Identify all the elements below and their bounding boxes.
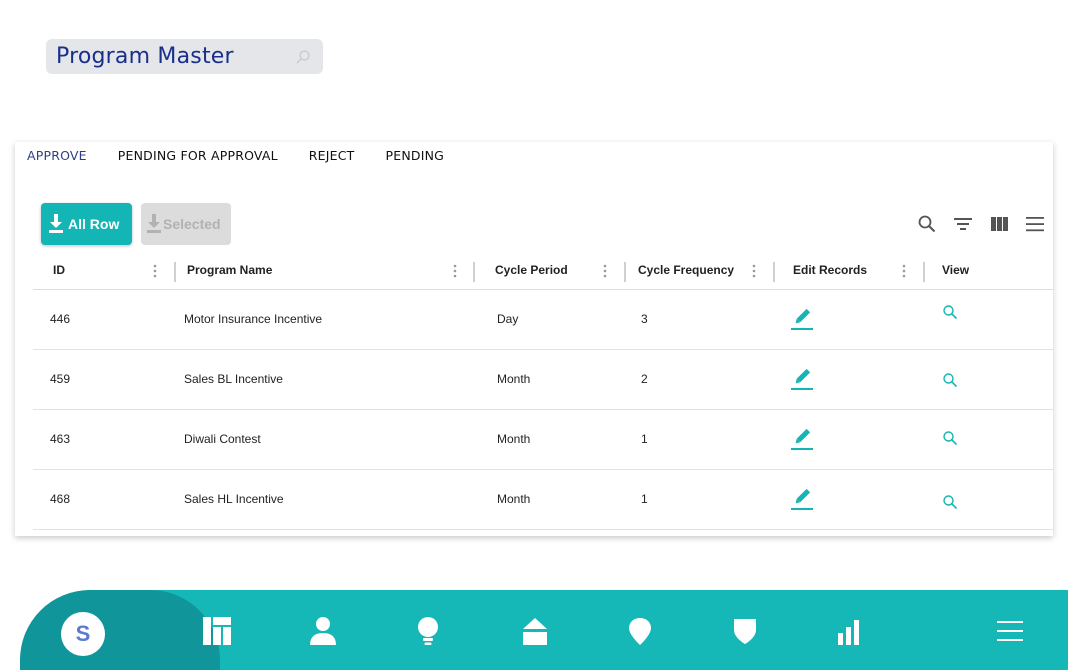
column-separator[interactable]: [473, 262, 475, 282]
column-header-cycle-period[interactable]: Cycle Period: [495, 254, 568, 290]
view-magnifier-icon[interactable]: [942, 494, 958, 510]
view-magnifier-icon[interactable]: [942, 372, 958, 388]
cell-program-name: Sales HL Incentive: [184, 492, 284, 506]
column-separator[interactable]: [624, 262, 626, 282]
dashboard-icon[interactable]: [202, 616, 232, 646]
program-table: ID Program Name Cycle Period Cycle Frequ…: [33, 254, 1053, 530]
search-icon[interactable]: [909, 212, 945, 236]
filter-icon[interactable]: [945, 212, 981, 236]
table-row[interactable]: 459 Sales BL Incentive Month 2: [33, 350, 1053, 410]
view-magnifier-icon[interactable]: [942, 430, 958, 446]
column-menu-icon[interactable]: [603, 264, 607, 278]
tab-pending[interactable]: PENDING: [386, 148, 445, 163]
table-row[interactable]: 446 Motor Insurance Incentive Day 3: [33, 290, 1053, 350]
edit-pencil-icon[interactable]: [790, 367, 814, 391]
table-header: ID Program Name Cycle Period Cycle Frequ…: [33, 254, 1053, 290]
nav-profile-section: S: [20, 590, 220, 670]
location-icon[interactable]: [625, 616, 655, 646]
avatar[interactable]: S: [61, 612, 105, 656]
edit-pencil-icon[interactable]: [790, 487, 814, 511]
cell-program-name: Motor Insurance Incentive: [184, 312, 323, 326]
download-icon: [49, 214, 63, 233]
bar-chart-icon[interactable]: [835, 616, 865, 646]
cell-cycle-period: Month: [497, 372, 531, 386]
page-title: Program Master: [56, 44, 234, 69]
selected-label: Selected: [163, 216, 221, 232]
cell-program-name: Sales BL Incentive: [184, 372, 283, 386]
cell-id: 468: [50, 492, 71, 506]
table-toolbar: [909, 212, 1053, 236]
column-menu-icon[interactable]: [752, 264, 756, 278]
table-row[interactable]: 463 Diwali Contest Month 1: [33, 410, 1053, 470]
hamburger-icon[interactable]: [995, 616, 1025, 646]
column-separator[interactable]: [174, 262, 176, 282]
column-separator[interactable]: [923, 262, 925, 282]
user-icon[interactable]: [308, 616, 338, 646]
page-search-bar[interactable]: Program Master: [46, 39, 323, 74]
column-menu-icon[interactable]: [902, 264, 906, 278]
view-magnifier-icon[interactable]: [942, 304, 958, 320]
column-menu-icon[interactable]: [153, 264, 157, 278]
cell-cycle-period: Month: [497, 432, 531, 446]
status-tabs: APPROVE PENDING FOR APPROVAL REJECT PEND…: [27, 148, 475, 163]
cell-cycle-frequency: 3: [641, 312, 648, 326]
menu-icon[interactable]: [1017, 212, 1053, 236]
column-header-view[interactable]: View: [942, 254, 969, 290]
column-separator[interactable]: [773, 262, 775, 282]
shield-icon[interactable]: [730, 616, 760, 646]
tab-approve[interactable]: APPROVE: [27, 148, 87, 163]
columns-icon[interactable]: [981, 212, 1017, 236]
table-row[interactable]: 468 Sales HL Incentive Month 1: [33, 470, 1053, 530]
cell-id: 446: [50, 312, 71, 326]
column-header-program-name[interactable]: Program Name: [187, 254, 272, 290]
cell-id: 459: [50, 372, 71, 386]
cell-cycle-frequency: 1: [641, 432, 648, 446]
all-row-label: All Row: [68, 216, 120, 232]
home-icon[interactable]: [520, 616, 550, 646]
column-header-cycle-frequency[interactable]: Cycle Frequency: [638, 254, 734, 290]
bottom-nav: S: [20, 590, 1068, 670]
tab-pending-for-approval[interactable]: PENDING FOR APPROVAL: [118, 148, 278, 163]
search-icon[interactable]: [295, 49, 311, 65]
column-header-edit-records[interactable]: Edit Records: [793, 254, 867, 290]
edit-pencil-icon[interactable]: [790, 307, 814, 331]
tab-reject[interactable]: REJECT: [309, 148, 355, 163]
cell-cycle-frequency: 2: [641, 372, 648, 386]
download-icon: [147, 214, 161, 233]
bulb-icon[interactable]: [413, 616, 443, 646]
column-header-id[interactable]: ID: [53, 254, 65, 290]
edit-pencil-icon[interactable]: [790, 427, 814, 451]
cell-id: 463: [50, 432, 71, 446]
program-card: APPROVE PENDING FOR APPROVAL REJECT PEND…: [15, 142, 1053, 536]
download-all-rows-button[interactable]: All Row: [41, 203, 132, 245]
cell-program-name: Diwali Contest: [184, 432, 261, 446]
cell-cycle-period: Month: [497, 492, 531, 506]
cell-cycle-period: Day: [497, 312, 519, 326]
download-selected-button[interactable]: Selected: [141, 203, 231, 245]
column-menu-icon[interactable]: [453, 264, 457, 278]
cell-cycle-frequency: 1: [641, 492, 648, 506]
